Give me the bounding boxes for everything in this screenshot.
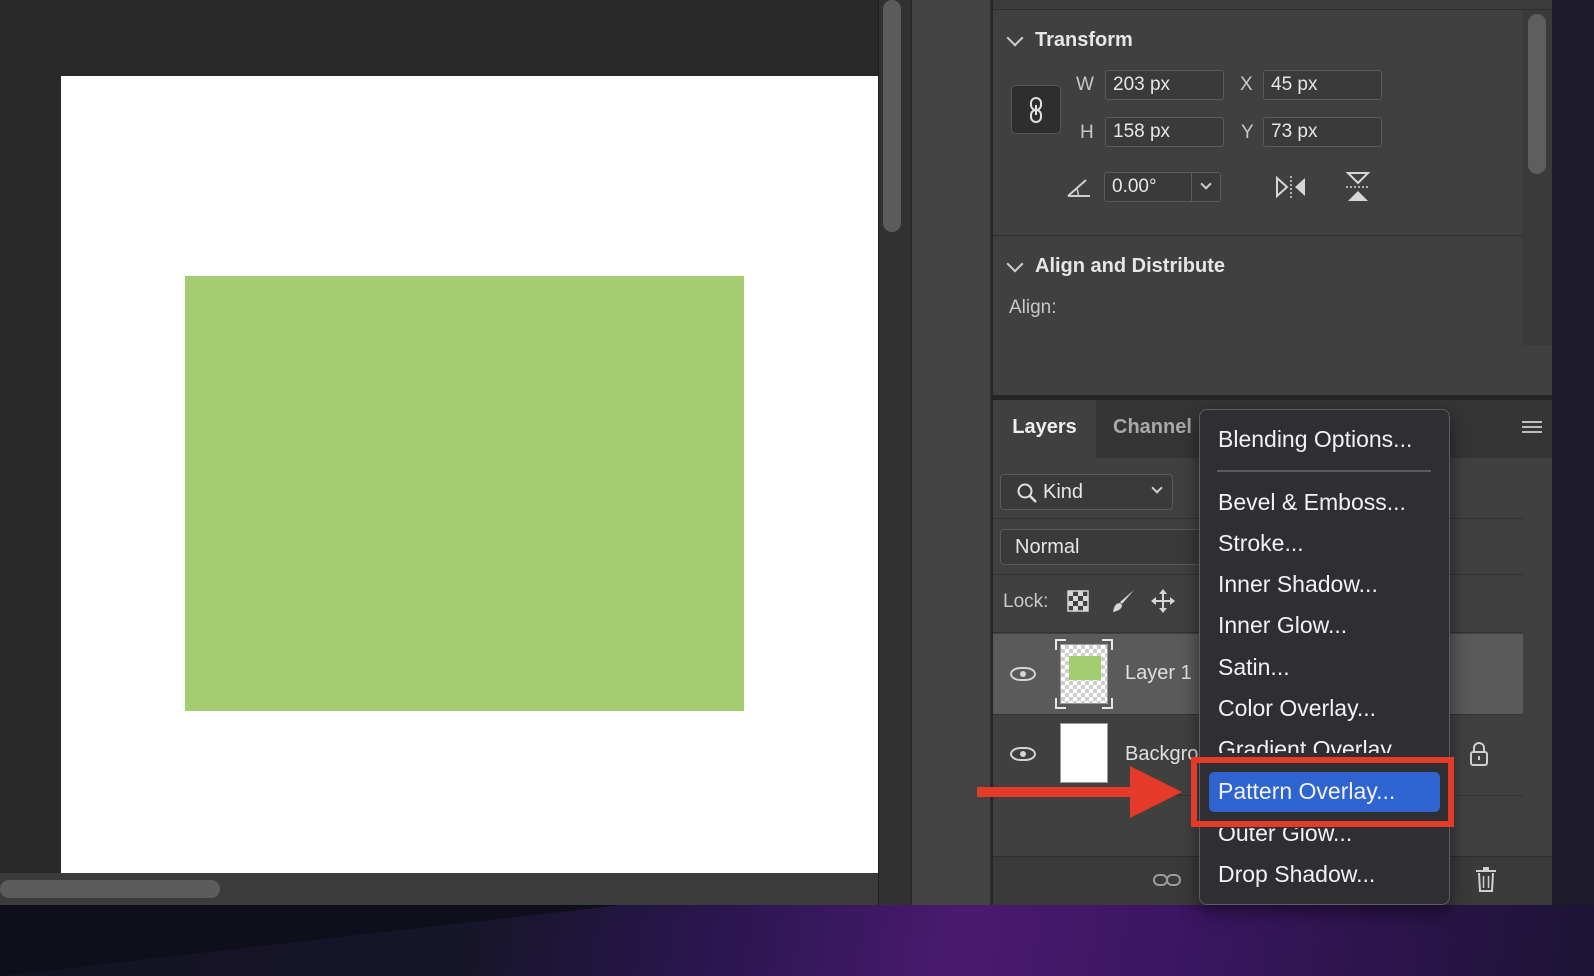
x-position-field[interactable]: 45 px bbox=[1263, 70, 1382, 100]
visibility-eye-icon[interactable] bbox=[1010, 747, 1036, 761]
document-canvas[interactable] bbox=[61, 76, 878, 873]
visibility-eye-icon[interactable] bbox=[1010, 667, 1036, 681]
align-label: Align: bbox=[1009, 297, 1057, 318]
menu-item-blending-options[interactable]: Blending Options... bbox=[1218, 426, 1412, 453]
highlight-annotation-box bbox=[1191, 757, 1454, 827]
search-icon bbox=[1017, 483, 1037, 503]
flip-horizontal-icon[interactable] bbox=[1274, 174, 1308, 200]
menu-item-drop-shadow[interactable]: Drop Shadow... bbox=[1218, 861, 1375, 888]
x-label: X bbox=[1240, 74, 1253, 95]
section-divider bbox=[993, 235, 1523, 236]
background-layer-name[interactable]: Backgro bbox=[1125, 743, 1198, 766]
height-field[interactable]: 158 px bbox=[1105, 117, 1224, 147]
menu-item-bevel-emboss[interactable]: Bevel & Emboss... bbox=[1218, 489, 1406, 516]
panel-dock-gutter bbox=[910, 0, 992, 905]
lock-transparency-icon[interactable] bbox=[1067, 590, 1089, 612]
delete-layer-trash-icon[interactable] bbox=[1475, 866, 1497, 892]
flip-vertical-icon[interactable] bbox=[1344, 170, 1372, 204]
panel-menu-icon[interactable] bbox=[1522, 421, 1542, 436]
menu-item-satin[interactable]: Satin... bbox=[1218, 654, 1290, 681]
y-label: Y bbox=[1241, 122, 1254, 143]
menu-separator bbox=[1217, 470, 1431, 472]
link-dimensions-button[interactable] bbox=[1011, 85, 1061, 134]
tab-layers[interactable]: Layers bbox=[993, 400, 1096, 458]
height-label: H bbox=[1080, 122, 1094, 143]
blend-mode-select[interactable]: Normal bbox=[1000, 529, 1210, 565]
chain-link-icon bbox=[1030, 96, 1042, 123]
vertical-scrollbar-thumb[interactable] bbox=[883, 0, 901, 232]
lock-position-move-icon[interactable] bbox=[1150, 588, 1176, 614]
properties-scrollbar-thumb[interactable] bbox=[1528, 14, 1546, 174]
width-label: W bbox=[1076, 74, 1094, 95]
link-layers-icon[interactable] bbox=[1152, 871, 1182, 889]
blend-mode-value: Normal bbox=[1015, 536, 1080, 558]
lock-icon bbox=[1470, 742, 1488, 766]
layer-filter-value: Kind bbox=[1043, 481, 1084, 503]
background-thumbnail[interactable] bbox=[1060, 723, 1108, 783]
annotation-arrow bbox=[977, 787, 1137, 797]
desktop-wallpaper bbox=[0, 905, 1594, 976]
y-position-field[interactable]: 73 px bbox=[1263, 117, 1382, 147]
lock-label: Lock: bbox=[1003, 591, 1049, 612]
selection-corners-icon bbox=[1055, 639, 1113, 709]
transform-section-title[interactable]: Transform bbox=[1035, 29, 1133, 52]
lock-pixels-brush-icon[interactable] bbox=[1110, 588, 1136, 614]
menu-item-inner-glow[interactable]: Inner Glow... bbox=[1218, 612, 1347, 639]
horizontal-scrollbar-thumb[interactable] bbox=[0, 880, 220, 898]
layer-1-name[interactable]: Layer 1 bbox=[1125, 662, 1192, 685]
menu-item-color-overlay[interactable]: Color Overlay... bbox=[1218, 695, 1376, 722]
width-field[interactable]: 203 px bbox=[1105, 70, 1224, 100]
menu-item-stroke[interactable]: Stroke... bbox=[1218, 530, 1304, 557]
align-section-title[interactable]: Align and Distribute bbox=[1035, 255, 1225, 278]
tab-channels[interactable]: Channel bbox=[1113, 400, 1192, 458]
layer-1-rectangle[interactable] bbox=[185, 276, 744, 711]
angle-icon bbox=[1067, 179, 1090, 197]
canvas-area[interactable] bbox=[0, 0, 878, 905]
annotation-arrow-head bbox=[1130, 766, 1182, 818]
menu-item-inner-shadow[interactable]: Inner Shadow... bbox=[1218, 571, 1378, 598]
